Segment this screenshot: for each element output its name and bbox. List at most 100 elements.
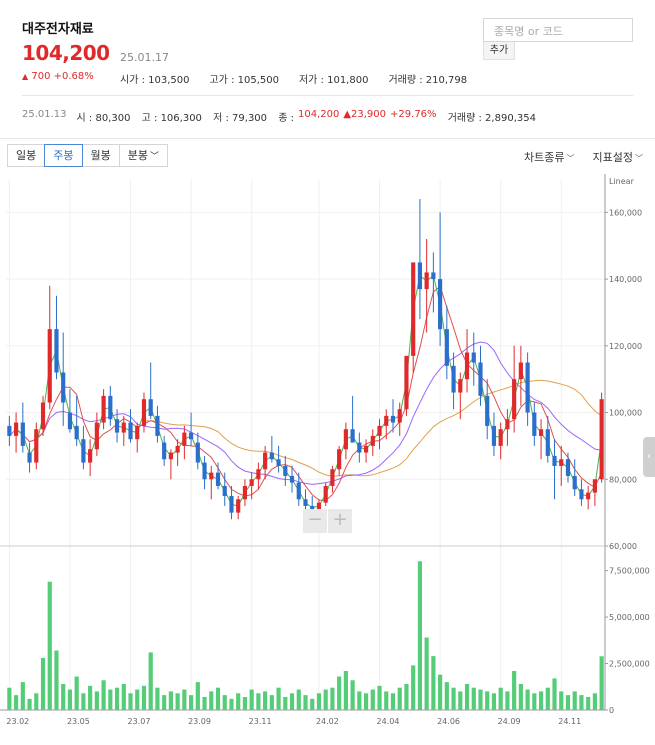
stock-header: 대주전자재료 104,200 25.01.17 ▲ 700 +0.68% 시가 … xyxy=(0,0,655,138)
candle-body xyxy=(404,355,409,410)
divider xyxy=(22,95,633,96)
volume-bar xyxy=(491,693,497,710)
chart-type-menu[interactable]: 차트종류 ﹀ xyxy=(524,149,574,165)
volume-bar xyxy=(316,693,322,710)
volume-bar xyxy=(74,676,79,710)
candle-body xyxy=(94,422,99,450)
chevron-left-icon: ‹ xyxy=(647,451,651,462)
indicator-menu[interactable]: 지표설정 ﹀ xyxy=(593,149,643,165)
volume-bar xyxy=(390,693,396,710)
volume-bar xyxy=(202,696,207,710)
current-price: 104,200 xyxy=(22,41,110,65)
price-date: 25.01.17 xyxy=(120,51,169,64)
candle-body xyxy=(242,485,248,500)
volume-bar xyxy=(249,689,254,710)
candle-body xyxy=(263,452,268,470)
candle-body xyxy=(532,412,537,436)
candle-body xyxy=(337,449,342,470)
candle-body xyxy=(397,409,402,423)
add-button[interactable]: 추가 xyxy=(483,42,515,60)
volume-bar xyxy=(155,687,160,710)
volume-bar xyxy=(81,693,86,710)
volume-bar xyxy=(61,683,66,710)
volume-bar xyxy=(303,695,308,710)
candle-body xyxy=(586,492,591,500)
week-volume: 거래량 : 2,890,354 xyxy=(447,113,536,124)
volume-bar xyxy=(40,657,46,710)
candle-body xyxy=(20,422,25,446)
volume-bar xyxy=(296,689,301,710)
candle-body xyxy=(491,425,497,446)
x-tick-label: 23.05 xyxy=(67,717,90,726)
candle-body xyxy=(155,415,160,436)
week-diff-value: 23,900 xyxy=(351,109,387,120)
candle-body xyxy=(498,429,503,446)
volume-bar xyxy=(559,691,564,710)
candle-body xyxy=(121,422,126,433)
volume-bar xyxy=(182,689,187,710)
zoom-in-button[interactable]: + xyxy=(328,509,353,533)
candle-body xyxy=(168,452,173,460)
volume-tick-label: 2,500,000 xyxy=(609,660,650,669)
volume-bar xyxy=(370,689,375,710)
week-info: 25.01.13 시 : 80,300 고 : 106,300 저 : 79,3… xyxy=(22,109,536,124)
candle-body xyxy=(478,362,483,396)
stock-chart[interactable]: Linear 60,000 80,000 100,000 120,000 140,000 1… xyxy=(0,174,655,745)
scale-label: Linear xyxy=(609,177,635,186)
candle-body xyxy=(61,372,66,403)
candle-body xyxy=(222,485,227,496)
price-tick-label: 140,000 xyxy=(609,275,642,284)
tab-monthly[interactable]: 월봉 xyxy=(81,144,120,167)
week-pct: +29.76% xyxy=(390,109,437,120)
x-tick-label: 23.09 xyxy=(188,717,211,726)
candle-body xyxy=(54,329,59,373)
search-input[interactable]: 종목명 or 코드 xyxy=(483,18,633,42)
volume: 거래량 : 210,798 xyxy=(388,75,468,86)
x-tick-label: 24.02 xyxy=(316,717,339,726)
candle-body xyxy=(330,469,335,486)
volume-tick-label: 5,000,000 xyxy=(609,613,650,622)
stock-name: 대주전자재료 xyxy=(22,22,94,37)
volume-bar xyxy=(505,691,510,710)
volume-bar xyxy=(471,687,476,710)
volume-bar xyxy=(148,652,153,710)
candle-body xyxy=(431,272,436,280)
volume-bar xyxy=(343,670,348,710)
volume-bar xyxy=(565,695,571,710)
candle-body xyxy=(363,445,369,453)
candle-body xyxy=(209,472,214,480)
tab-daily[interactable]: 일봉 xyxy=(7,144,46,167)
volume-bar xyxy=(47,581,52,710)
volume-bar xyxy=(175,693,180,710)
volume-bar xyxy=(417,561,423,710)
low-price: 저가 : 101,800 xyxy=(298,75,369,86)
week-diff: ▲23,900 xyxy=(343,109,387,120)
candle-body xyxy=(357,442,362,453)
volume-bar xyxy=(168,691,173,710)
candle-body xyxy=(14,422,19,436)
week-low: 저 : 79,300 xyxy=(213,113,268,124)
candle-body xyxy=(438,279,443,330)
volume-bar xyxy=(330,687,335,710)
candle-body xyxy=(565,459,571,476)
volume-bar xyxy=(485,691,490,710)
period-tabs: 일봉 주봉 월봉 분봉 ﹀ xyxy=(7,144,169,167)
chart-area[interactable]: Linear 60,000 80,000 100,000 120,000 140,000 1… xyxy=(0,174,655,745)
x-tick-label: 24.06 xyxy=(437,717,460,726)
volume-bar xyxy=(424,637,429,710)
candle-body xyxy=(188,432,194,440)
candle-body xyxy=(512,379,517,420)
collapse-handle[interactable]: ‹ xyxy=(643,437,655,477)
candle-body xyxy=(384,415,389,426)
zoom-out-button[interactable]: − xyxy=(303,509,328,533)
tab-minute[interactable]: 분봉 ﹀ xyxy=(118,144,169,167)
volume-bar xyxy=(538,691,544,710)
candle-body xyxy=(451,365,456,393)
tab-minute-label: 분봉 xyxy=(127,149,148,162)
chart-type-label: 차트종류 xyxy=(524,151,565,164)
volume-bar xyxy=(377,685,382,710)
change-value: 700 +0.68% xyxy=(31,71,94,82)
tab-weekly[interactable]: 주봉 xyxy=(44,144,83,167)
candle-body xyxy=(215,472,221,486)
volume-bar xyxy=(67,689,73,710)
